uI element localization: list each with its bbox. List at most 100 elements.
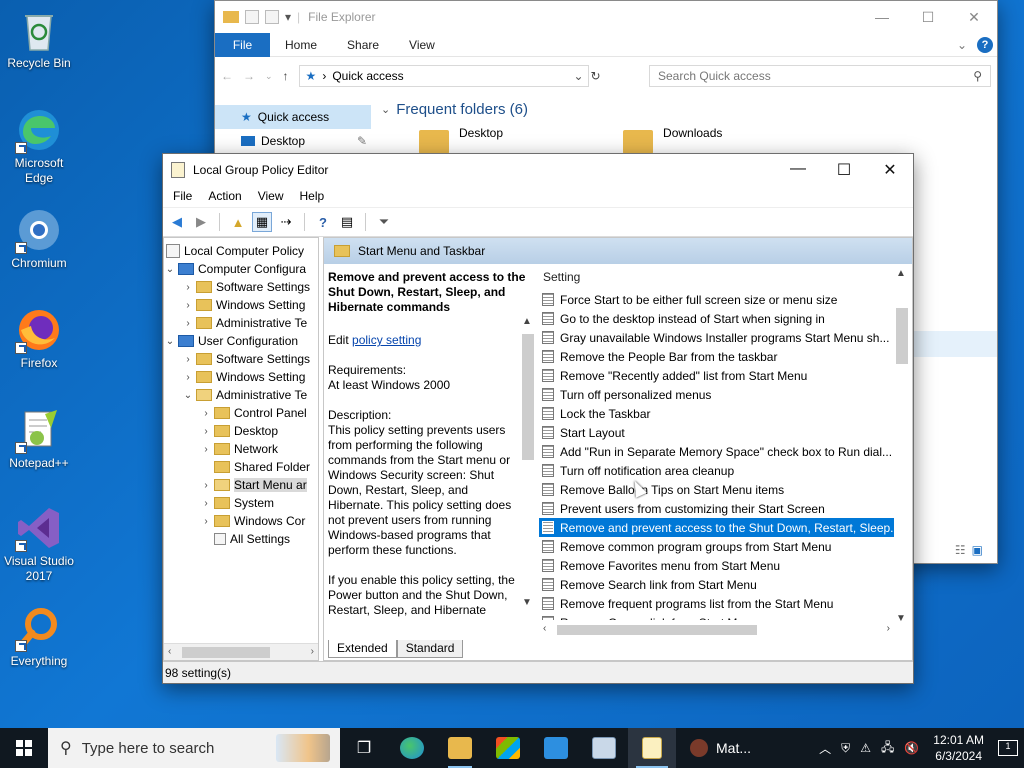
scroll-left-icon[interactable]: ‹ (543, 623, 546, 634)
chevron-right-icon[interactable]: › (200, 480, 212, 491)
scroll-down-icon[interactable]: ▼ (522, 597, 532, 608)
taskbar-group-policy-editor[interactable] (628, 728, 676, 768)
setting-row[interactable]: Turn off notification area cleanup (539, 461, 910, 480)
edit-policy-setting-link[interactable]: policy setting (352, 333, 421, 347)
nav-item-quick-access[interactable]: ★ Quick access (215, 105, 371, 129)
tree-item-windows-components[interactable]: › Windows Cor (164, 512, 318, 530)
chevron-down-icon[interactable]: ⌄ (164, 336, 176, 347)
network-disconnected-icon[interactable]: ⚠ (860, 741, 871, 755)
back-icon[interactable]: ← (221, 69, 233, 83)
tree-item-shared-folders[interactable]: Shared Folder (164, 458, 318, 476)
taskbar-edge[interactable] (388, 728, 436, 768)
tree-item-user-configuration[interactable]: ⌄ User Configuration (164, 332, 318, 350)
tiles-view-icon[interactable]: ▣ (972, 543, 983, 557)
filter-icon[interactable]: ⏷ (374, 212, 394, 232)
tree-item-start-menu-and-taskbar[interactable]: › Start Menu ar (164, 476, 318, 494)
menu-view[interactable]: View (250, 189, 292, 203)
tree-item-computer-configuration[interactable]: ⌄ Computer Configura (164, 260, 318, 278)
scroll-up-icon[interactable]: ▲ (896, 268, 906, 279)
desktop-icon-firefox[interactable]: Firefox (2, 304, 76, 394)
tree-item-computer-windows-settings[interactable]: › Windows Setting (164, 296, 318, 314)
address-bar[interactable]: ★ › Quick access ⌄ (298, 65, 589, 87)
scroll-right-icon[interactable]: › (887, 623, 890, 634)
setting-row[interactable]: Remove frequent programs list from the S… (539, 594, 910, 613)
back-icon[interactable]: ◀ (167, 212, 187, 232)
description-scrollbar[interactable]: ▲ ▼ (520, 316, 536, 608)
volume-muted-icon[interactable]: 🔇 (904, 741, 919, 755)
clock[interactable]: 12:01 AM 6/3/2024 (929, 732, 988, 764)
task-view-button[interactable]: ❐ (340, 728, 388, 768)
help-icon[interactable]: ? (977, 36, 993, 53)
menu-help[interactable]: Help (292, 189, 333, 203)
folder-tile-downloads[interactable]: Downloads (623, 126, 722, 154)
setting-row[interactable]: Prevent users from customizing their Sta… (539, 499, 910, 518)
gpe-title-bar[interactable]: Local Group Policy Editor — ☐ ✕ (163, 154, 913, 185)
setting-row[interactable]: Turn off personalized menus (539, 385, 910, 404)
menu-action[interactable]: Action (200, 189, 249, 203)
setting-row[interactable]: Remove the People Bar from the taskbar (539, 347, 910, 366)
tree-horizontal-scrollbar[interactable]: ‹ › (164, 643, 318, 660)
setting-row[interactable]: Add "Run in Separate Memory Space" check… (539, 442, 910, 461)
setting-row[interactable]: Force Start to be either full screen siz… (539, 290, 910, 309)
desktop-icon-visual-studio[interactable]: Visual Studio 2017 (2, 502, 76, 592)
tree-item-user-administrative-templates[interactable]: ⌄ Administrative Te (164, 386, 318, 404)
chevron-right-icon[interactable]: › (182, 372, 194, 383)
tree-item-system[interactable]: › System (164, 494, 318, 512)
forward-icon[interactable]: ▶ (191, 212, 211, 232)
tab-home[interactable]: Home (270, 38, 332, 52)
tab-share[interactable]: Share (332, 38, 394, 52)
column-header-setting[interactable]: Setting (539, 264, 910, 290)
maximize-button[interactable]: ☐ (905, 9, 951, 26)
network-icon[interactable]: 🖧 (881, 738, 894, 759)
taskbar-control-panel[interactable] (580, 728, 628, 768)
setting-row[interactable]: Remove Balloon Tips on Start Menu items (539, 480, 910, 499)
settings-horizontal-scrollbar[interactable]: ‹ › (539, 622, 894, 638)
details-view-icon[interactable]: ☷ (955, 543, 966, 557)
chevron-down-icon[interactable]: ⌄ (164, 264, 176, 275)
chevron-right-icon[interactable]: › (182, 318, 194, 329)
notification-center-button[interactable]: 1 (998, 740, 1018, 756)
desktop-icon-recycle-bin[interactable]: Recycle Bin (2, 4, 76, 94)
chevron-down-icon[interactable]: ▾ (285, 10, 291, 24)
setting-row[interactable]: Start Layout (539, 423, 910, 442)
desktop-icon-chromium[interactable]: Chromium (2, 204, 76, 294)
start-button[interactable] (0, 728, 48, 768)
tree-item-all-settings[interactable]: All Settings (164, 530, 318, 548)
properties-icon[interactable] (245, 10, 259, 24)
setting-row[interactable]: Remove Games link from Start Menu (539, 613, 910, 620)
chevron-right-icon[interactable]: › (182, 282, 194, 293)
setting-row[interactable]: Go to the desktop instead of Start when … (539, 309, 910, 328)
scrollbar-thumb[interactable] (557, 625, 757, 635)
setting-row[interactable]: Gray unavailable Windows Installer progr… (539, 328, 910, 347)
tree-item-network[interactable]: › Network (164, 440, 318, 458)
scrollbar-thumb[interactable] (182, 647, 270, 658)
chevron-right-icon[interactable]: › (200, 444, 212, 455)
setting-row[interactable]: Remove Search link from Start Menu (539, 575, 910, 594)
chevron-up-icon[interactable]: ︿ (819, 740, 831, 757)
maximize-button[interactable]: ☐ (821, 160, 867, 180)
close-button[interactable]: ✕ (867, 160, 913, 180)
chevron-right-icon[interactable]: › (182, 300, 194, 311)
desktop-icon-everything[interactable]: Everything (2, 602, 76, 692)
tab-standard[interactable]: Standard (396, 640, 464, 658)
search-input[interactable]: Search Quick access ⚲ (649, 65, 991, 87)
tree-item-control-panel[interactable]: › Control Panel (164, 404, 318, 422)
scroll-up-icon[interactable]: ▲ (522, 316, 532, 327)
taskbar-mail[interactable] (532, 728, 580, 768)
frequent-folders-header[interactable]: ⌄ Frequent folders (6) (381, 101, 997, 118)
setting-row[interactable]: Lock the Taskbar (539, 404, 910, 423)
pin-icon[interactable]: ✎ (357, 134, 367, 148)
chevron-down-icon[interactable]: ⌄ (182, 390, 194, 401)
tree-item-desktop[interactable]: › Desktop (164, 422, 318, 440)
desktop-icon-notepadpp[interactable]: Notepad++ (2, 404, 76, 494)
tree-item-computer-software-settings[interactable]: › Software Settings (164, 278, 318, 296)
properties-icon[interactable]: ▤ (337, 212, 357, 232)
tree-item-local-computer-policy[interactable]: Local Computer Policy (164, 242, 318, 260)
nav-item-desktop[interactable]: Desktop ✎ (215, 129, 371, 153)
setting-row[interactable]: Remove Favorites menu from Start Menu (539, 556, 910, 575)
scrollbar-thumb[interactable] (522, 334, 534, 460)
scroll-down-icon[interactable]: ▼ (896, 613, 906, 624)
up-folder-icon[interactable]: ▲ (228, 212, 248, 232)
chevron-right-icon[interactable]: › (200, 498, 212, 509)
tree-item-user-software-settings[interactable]: › Software Settings (164, 350, 318, 368)
